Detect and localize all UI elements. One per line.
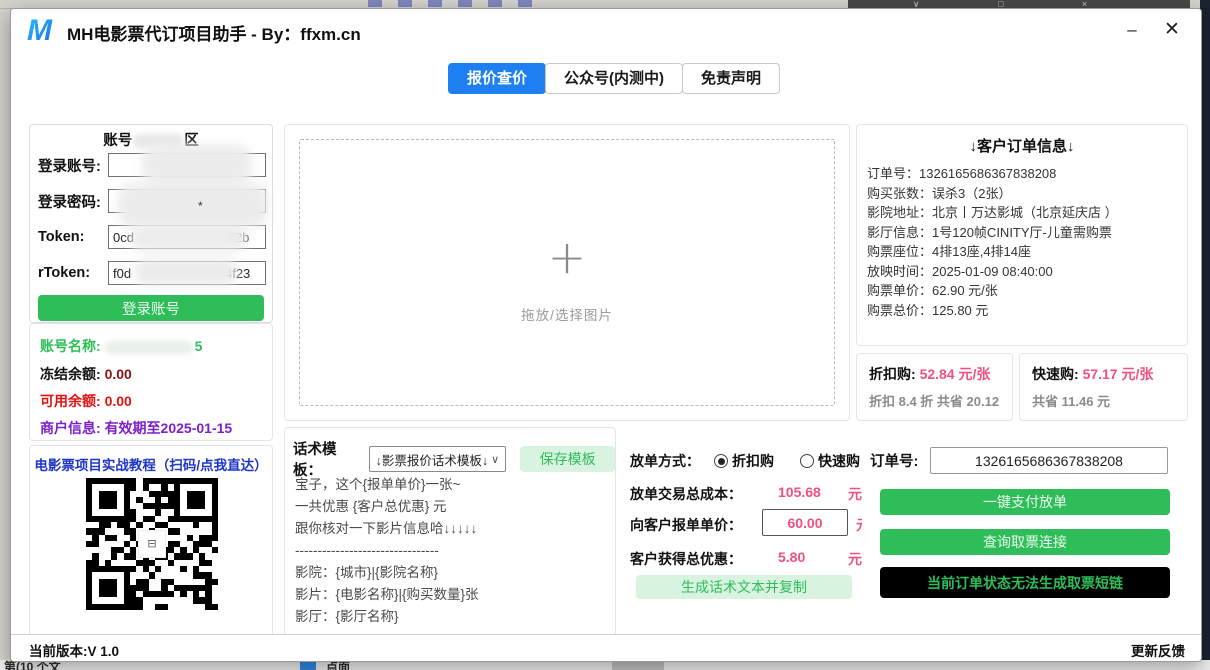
template-dropdown[interactable]: ↓影票报价话术模板↓ ∨	[369, 446, 507, 472]
tutorial-panel: 电影票项目实战教程（扫码/点我直达） ⊟	[29, 445, 273, 637]
discount-total-value: 5.80	[778, 549, 805, 565]
login-button[interactable]: 登录账号	[38, 295, 264, 321]
minimize-button[interactable]: –	[1115, 15, 1149, 45]
customer-order-info-panel: ↓客户订单信息↓ 订单号：1326165686367838208 购买张数：误杀…	[856, 124, 1188, 346]
login-account-label: 登录账号:	[38, 155, 108, 176]
order-info-row: 影院地址：北京丨万达影城（北京延庆店 ）	[867, 203, 1187, 223]
app-logo-icon: M	[27, 17, 57, 45]
order-info-rows: 订单号：1326165686367838208 购买张数：误杀3（2张） 影院地…	[867, 164, 1187, 320]
script-template-panel: 话术模板： ↓影票报价话术模板↓ ∨ 保存模板 宝子，这个{报单单价}一张~ 一…	[284, 427, 616, 637]
title-bar[interactable]: M MH电影票代订项目助手 - By：ffxm.cn – ✕	[11, 9, 1201, 55]
image-dropzone[interactable]: + 拖放/选择图片	[299, 139, 835, 406]
frozen-balance-row: 冻结余额: 0.00	[40, 364, 132, 384]
dropzone-hint: 拖放/选择图片	[521, 304, 613, 324]
qr-code[interactable]: ⊟	[86, 478, 218, 610]
radio-fast-buy[interactable]	[800, 454, 814, 468]
account-name-row: 账号名称: 5	[40, 336, 202, 356]
censor-blob	[118, 183, 268, 227]
order-number-input[interactable]	[930, 447, 1168, 474]
quote-label: 向客户报单单价：	[630, 517, 742, 533]
cost-label: 放单交易总成本：	[630, 486, 742, 502]
query-ticket-link-button[interactable]: 查询取票连接	[880, 529, 1170, 555]
merchant-info-row: 商户信息: 有效期至2025-01-15	[40, 418, 232, 438]
order-form-panel: 放单方式：折扣购快速购 放单交易总成本： 105.68 元 向客户报单单价： 元…	[622, 427, 862, 637]
update-feedback-link[interactable]: 更新反馈	[1131, 640, 1185, 660]
radio-discount-buy[interactable]	[714, 454, 728, 468]
order-number-label: 订单号:	[870, 450, 930, 471]
mode-label: 放单方式：	[630, 453, 700, 469]
fast-buy-card: 快速购: 57.17 元/张 共省 11.46 元	[1019, 353, 1188, 421]
order-info-row: 购票单价：62.90 元/张	[867, 281, 1187, 301]
generate-script-button[interactable]: 生成话术文本并复制	[636, 575, 852, 599]
discount-buy-card: 折扣购: 52.84 元/张 折扣 8.4 折 共省 20.12	[856, 353, 1013, 421]
tab-disclaimer[interactable]: 免责声明	[682, 63, 780, 94]
app-window: M MH电影票代订项目助手 - By：ffxm.cn – ✕ 报价查价 公众号(…	[10, 8, 1202, 662]
version-text: 当前版本:V 1.0	[29, 640, 119, 660]
order-info-title: ↓客户订单信息↓	[857, 135, 1187, 156]
qr-center-logo: ⊟	[138, 530, 166, 558]
order-info-row: 购买张数：误杀3（2张）	[867, 184, 1187, 204]
background-fragment-icon	[300, 661, 316, 670]
fast-price: 57.17	[1083, 366, 1118, 382]
save-template-button[interactable]: 保存模板	[520, 446, 615, 472]
background-text-smudge	[368, 0, 538, 7]
quote-price-input[interactable]	[762, 509, 848, 536]
token-label: Token:	[38, 229, 108, 245]
pay-panel: 订单号: 一键支付放单 查询取票连接 当前订单状态无法生成取票短链	[862, 427, 1188, 637]
qr-module	[212, 604, 218, 610]
discount-total-label: 客户获得总优惠：	[630, 551, 742, 567]
one-click-pay-button[interactable]: 一键支付放单	[880, 489, 1170, 515]
window-title: MH电影票代订项目助手 - By：ffxm.cn	[67, 20, 361, 45]
tab-bar: 报价查价 公众号(内测中) 免责声明	[448, 63, 779, 94]
order-info-row: 影厅信息：1号120帧CINITY厅-儿童需购票	[867, 223, 1187, 243]
close-button[interactable]: ✕	[1155, 15, 1189, 45]
censor-blob	[134, 259, 238, 285]
cost-value: 105.68	[778, 484, 821, 500]
tab-quote-check[interactable]: 报价查价	[448, 63, 546, 94]
discount-note: 折扣 8.4 折 共省 20.12	[869, 391, 1012, 410]
tutorial-link[interactable]: 电影票项目实战教程（扫码/点我直达）	[30, 454, 272, 474]
chevron-down-icon: ∨	[491, 453, 499, 466]
available-balance-row: 可用余额: 0.00	[40, 391, 132, 411]
censor-blob	[130, 225, 248, 251]
login-panel: 账号区 登录账号: 登录密码: Token: rToken: * 登录账号	[29, 124, 273, 323]
censor-blob	[105, 341, 193, 354]
tab-official-account[interactable]: 公众号(内测中)	[545, 63, 683, 94]
order-info-row: 放映时间：2025-01-09 08:40:00	[867, 262, 1187, 282]
order-info-row: 购票座位：4排13座,4排14座	[867, 242, 1187, 262]
password-mask-char: *	[198, 199, 203, 213]
status-bar: 当前版本:V 1.0 更新反馈	[11, 634, 1201, 661]
plus-icon: +	[548, 230, 587, 284]
censor-blob	[142, 145, 252, 185]
account-info-panel: 账号名称: 5 冻结余额: 0.00 可用余额: 0.00 商户信息: 有效期至…	[29, 323, 273, 441]
discount-price: 52.84	[920, 366, 955, 382]
fast-note: 共省 11.46 元	[1032, 391, 1187, 410]
rtoken-label: rToken:	[38, 265, 108, 281]
template-text-area[interactable]: 宝子，这个{报单单价}一张~ 一共优惠 {客户总优惠} 元 跟你核对一下影片信息…	[295, 474, 607, 634]
order-status-message-button[interactable]: 当前订单状态无法生成取票短链	[880, 567, 1170, 598]
order-info-row: 购票总价：125.80 元	[867, 301, 1187, 321]
image-dropzone-panel: + 拖放/选择图片	[284, 124, 850, 421]
order-info-row: 订单号：1326165686367838208	[867, 164, 1187, 184]
login-password-label: 登录密码:	[38, 191, 108, 212]
